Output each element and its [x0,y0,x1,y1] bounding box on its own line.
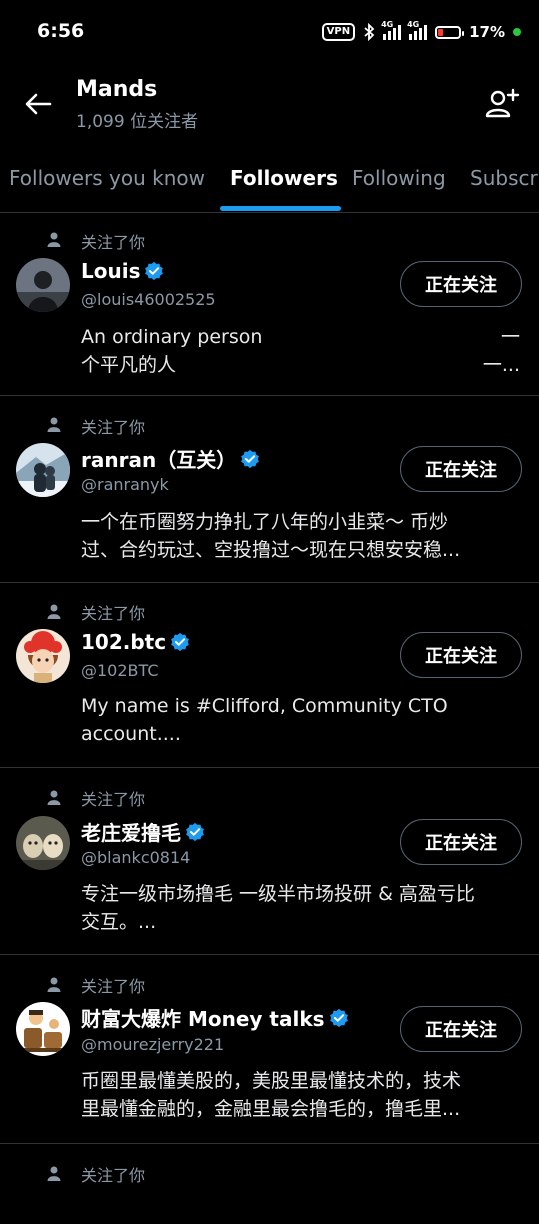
user-handle: @102BTC [81,661,159,680]
user-bio-overflow: 一 一... [482,326,520,376]
user-name[interactable]: 老庄爱撸毛 [81,817,205,846]
list-item[interactable]: 关注了你 ranran（互关） @ranranyk 正在关注 一个在币圈努力挣扎… [0,396,539,583]
avatar[interactable] [16,258,70,312]
list-item[interactable]: 关注了你 财富大爆炸 Money talks @mourezjerry221 正… [0,955,539,1144]
following-button[interactable]: 正在关注 [400,261,522,307]
list-item[interactable]: 关注了你 102.btc @102BTC 正在关注 My name is #Cl… [0,583,539,768]
user-bio: 专注一级市场撸毛 一级半市场投研 & 高盈亏比 交互。... [81,883,475,933]
list-item[interactable]: 关注了你 Louis @louis46002525 正在关注 An ordina… [0,213,539,396]
user-bio: 币圈里最懂美股的，美股里最懂技术的，技术 里最懂金融的，金融里最会撸毛的，撸毛里… [81,1070,462,1120]
user-handle: @mourezjerry221 [81,1035,225,1054]
person-icon [47,1166,61,1181]
avatar[interactable] [16,1002,70,1056]
follower-count: 1,099 位关注者 [76,112,199,132]
verified-badge-icon [171,632,189,652]
add-user-icon[interactable] [484,86,520,122]
follows-you-label: 关注了你 [81,604,146,623]
battery-icon [435,25,465,39]
verified-badge-icon [329,1008,348,1027]
following-button[interactable]: 正在关注 [400,632,522,678]
signal-icon-1: 4G [381,20,402,40]
status-time: 6:56 [37,20,85,42]
page-title: Mands [76,77,158,102]
verified-badge-icon [241,449,260,468]
user-bio: My name is #Clifford, Community CTO acco… [81,695,448,745]
verified-badge-icon [186,822,204,841]
follows-you-label: 关注了你 [81,790,146,809]
tab-following[interactable]: Following [352,166,446,190]
active-tab-indicator [220,206,341,211]
following-button[interactable]: 正在关注 [400,1006,522,1052]
vpn-badge: VPN [321,23,356,41]
user-handle: @ranranyk [81,475,169,494]
avatar[interactable] [16,443,70,497]
follower-list: 关注了你 Louis @louis46002525 正在关注 An ordina… [0,213,539,1224]
avatar[interactable] [16,629,70,683]
tab-subscriptions[interactable]: Subscr [470,166,538,190]
tab-followers[interactable]: Followers [230,166,338,190]
verified-badge-icon [145,261,164,281]
person-icon [47,417,61,432]
user-name[interactable]: 财富大爆炸 Money talks [81,1003,349,1032]
user-bio: An ordinary person 个平凡的人 [81,326,263,376]
tab-bar: Followers you know Followers Following S… [0,152,539,213]
status-bar: 6:56 VPN 4G 4G 17% [0,0,539,62]
status-icons: VPN 4G 4G 17% [321,20,521,44]
person-icon [47,232,61,247]
tab-followers-you-know[interactable]: Followers you know [9,166,205,190]
battery-percent: 17% [469,23,505,41]
person-icon [47,977,61,992]
follows-you-label: 关注了你 [81,1166,146,1185]
profile-header: Mands 1,099 位关注者 [0,62,539,152]
follows-you-label: 关注了你 [81,977,146,996]
follows-you-label: 关注了你 [81,418,146,437]
following-button[interactable]: 正在关注 [400,446,522,492]
follows-you-label: 关注了你 [81,233,146,252]
user-name[interactable]: Louis [81,259,164,283]
list-item[interactable]: 关注了你 [0,1144,539,1224]
user-bio: 一个在币圈努力挣扎了八年的小韭菜～ 币炒 过、合约玩过、空投撸过～现在只想安安稳… [81,511,461,561]
user-name[interactable]: ranran（互关） [81,444,260,473]
bluetooth-icon [364,23,375,41]
user-handle: @blankc0814 [81,848,191,867]
avatar[interactable] [16,816,70,870]
privacy-dot-icon [513,28,521,36]
person-icon [47,790,61,805]
back-arrow-icon[interactable] [22,88,54,120]
user-handle: @louis46002525 [81,290,216,309]
following-button[interactable]: 正在关注 [400,819,522,865]
user-name[interactable]: 102.btc [81,630,190,654]
person-icon [47,604,61,619]
signal-icon-2: 4G [407,20,428,40]
list-item[interactable]: 关注了你 老庄爱撸毛 @blankc0814 正在关注 专注一级市场撸毛 一级半… [0,768,539,955]
